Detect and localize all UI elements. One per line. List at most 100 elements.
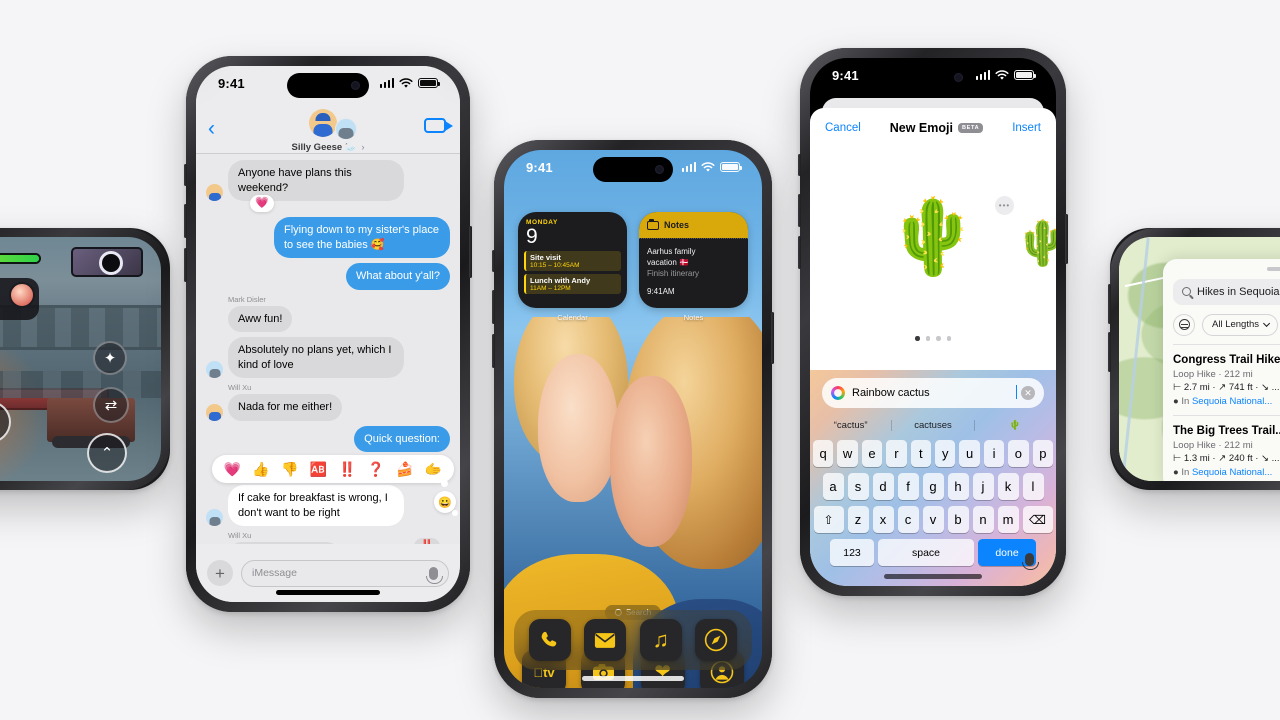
group-title[interactable]: Silly Geese 🦢 ›	[196, 142, 460, 153]
power-button[interactable]	[771, 312, 774, 364]
emoji-carousel[interactable]: ••• 🌵 🌵	[810, 148, 1056, 370]
generated-emoji-secondary[interactable]: 🌵	[1015, 222, 1056, 266]
emoji-prompt-field[interactable]: Rainbow cactus ✕	[822, 378, 1044, 408]
add-attachment-button[interactable]: +	[207, 560, 233, 586]
volume-down-button[interactable]	[798, 236, 801, 269]
facetime-video-button[interactable]	[424, 118, 453, 133]
volume-up-button[interactable]	[184, 204, 187, 238]
sparkle-ability-button[interactable]: ✦	[93, 341, 127, 375]
mute-switch[interactable]	[184, 164, 187, 186]
calendar-event[interactable]: Site visit 10:15 – 10:45AM	[524, 251, 621, 271]
volume-down-button[interactable]	[492, 334, 495, 368]
message-bubble[interactable]: Absolutely no plans yet, which I kind of…	[228, 337, 404, 379]
key-j[interactable]: j	[972, 473, 994, 500]
home-indicator[interactable]	[884, 574, 982, 579]
dash-ability-button[interactable]: ⇄	[93, 387, 129, 423]
filter-all-lengths[interactable]: All Lengths	[1202, 313, 1279, 336]
jump-button[interactable]: ⌃	[87, 433, 127, 473]
home-indicator[interactable]	[276, 590, 380, 595]
message-list[interactable]: Anyone have plans this weekend? 💗 Flying…	[196, 154, 460, 544]
dock-mail-icon[interactable]	[584, 619, 627, 661]
key-z[interactable]: z	[847, 506, 869, 533]
backspace-key[interactable]: ⌫	[1022, 506, 1053, 533]
notes-widget-card[interactable]: Notes Aarhus family vacation 🇩🇰 Finish i…	[639, 212, 748, 308]
trail-result-row[interactable]: Congress Trail Hike Loop Hike · 212 mi ⊢…	[1173, 343, 1280, 415]
tapback-heart[interactable]: 💗	[250, 195, 274, 213]
sheet-grabber[interactable]	[1267, 267, 1280, 271]
key-w[interactable]: w	[837, 440, 858, 467]
tapback-option[interactable]: 👍	[252, 461, 269, 478]
key-y[interactable]: y	[935, 440, 956, 467]
trail-park-link[interactable]: Sequoia National...	[1192, 467, 1272, 478]
dock-phone-icon[interactable]	[528, 619, 571, 661]
key-p[interactable]: p	[1032, 440, 1054, 467]
key-h[interactable]: h	[947, 473, 969, 500]
volume-down-button[interactable]	[1108, 332, 1111, 372]
autocorrect-option[interactable]: cactuses	[891, 419, 973, 431]
page-dot[interactable]	[936, 336, 941, 341]
dock-safari-icon[interactable]	[695, 619, 738, 661]
key-t[interactable]: t	[910, 440, 931, 467]
autocorrect-option[interactable]: “cactus”	[810, 420, 891, 431]
key-r[interactable]: r	[886, 440, 907, 467]
mute-switch[interactable]	[492, 250, 495, 272]
dock-music-icon[interactable]: ♫	[639, 619, 682, 661]
key-u[interactable]: u	[959, 440, 980, 467]
more-options-button[interactable]: •••	[995, 196, 1014, 215]
key-a[interactable]: a	[822, 473, 844, 500]
tapback-option[interactable]: 🆎	[310, 461, 327, 478]
key-m[interactable]: m	[997, 506, 1019, 533]
tapback-option[interactable]: 🫱	[425, 461, 442, 478]
volume-down-button[interactable]	[184, 248, 187, 282]
key-o[interactable]: o	[1008, 440, 1029, 467]
key-g[interactable]: g	[922, 473, 944, 500]
numbers-key[interactable]: 123	[830, 539, 874, 566]
dictation-button[interactable]	[426, 566, 443, 584]
key-q[interactable]: q	[812, 440, 834, 467]
volume-up-button[interactable]	[492, 290, 495, 324]
key-f[interactable]: f	[897, 473, 919, 500]
maps-search-field[interactable]: Hikes in Sequoia	[1173, 278, 1280, 305]
key-e[interactable]: e	[861, 440, 883, 467]
insert-button[interactable]: Insert	[1012, 122, 1041, 134]
message-bubble[interactable]: Nada for me either!	[228, 394, 343, 421]
emoji-badge[interactable]: 😀	[434, 491, 458, 517]
page-dot[interactable]	[925, 336, 930, 341]
page-indicator[interactable]	[915, 336, 951, 341]
power-button[interactable]	[469, 226, 472, 278]
key-d[interactable]: d	[872, 473, 894, 500]
message-bubble[interactable]: Flying down to my sister's place to see …	[274, 217, 450, 259]
key-v[interactable]: v	[922, 506, 944, 533]
key-s[interactable]: s	[847, 473, 869, 500]
message-bubble[interactable]: If cake for breakfast is wrong, I don't …	[228, 485, 404, 527]
imessage-input[interactable]: iMessage	[241, 559, 449, 587]
cancel-button[interactable]: Cancel	[825, 122, 861, 134]
tapback-option[interactable]: ❓	[367, 461, 384, 478]
home-indicator[interactable]	[582, 676, 684, 681]
trail-result-row[interactable]: The Big Trees Trail... Loop Hike · 212 m…	[1173, 414, 1280, 482]
notes-widget[interactable]: Notes Aarhus family vacation 🇩🇰 Finish i…	[639, 212, 748, 322]
calendar-event[interactable]: Lunch with Andy 11AM – 12PM	[524, 274, 621, 294]
message-bubble[interactable]: Quick question:	[354, 425, 450, 453]
key-b[interactable]: b	[947, 506, 969, 533]
dictation-button[interactable]	[1022, 553, 1039, 570]
tapback-option[interactable]: 🍰	[396, 461, 413, 478]
key-k[interactable]: k	[997, 473, 1019, 500]
tapback-option[interactable]: ‼️	[339, 461, 356, 478]
autocorrect-option[interactable]: 🌵	[973, 419, 1056, 431]
tapback-emoji-tray[interactable]: 💗 👍 👎 🆎 ‼️ ❓ 🍰 🫱	[212, 455, 454, 488]
calendar-widget-card[interactable]: MONDAY 9 Site visit 10:15 – 10:45AM Lunc…	[518, 212, 627, 308]
clear-input-button[interactable]: ✕	[1021, 386, 1035, 400]
trail-park-link[interactable]: Sequoia National...	[1192, 396, 1272, 407]
tapback-option[interactable]: 👎	[281, 461, 298, 478]
group-avatars[interactable]	[301, 109, 357, 142]
calendar-widget[interactable]: MONDAY 9 Site visit 10:15 – 10:45AM Lunc…	[518, 212, 627, 322]
page-dot[interactable]	[946, 336, 951, 341]
generated-emoji-primary[interactable]: 🌵	[887, 200, 979, 274]
key-i[interactable]: i	[983, 440, 1005, 467]
key-n[interactable]: n	[972, 506, 994, 533]
mute-switch[interactable]	[798, 154, 801, 176]
volume-up-button[interactable]	[1108, 284, 1111, 324]
tapback-picker[interactable]: 💗 👍 👎 🆎 ‼️ ❓ 🍰 🫱	[206, 455, 454, 488]
shift-key[interactable]: ⇧	[813, 506, 844, 533]
